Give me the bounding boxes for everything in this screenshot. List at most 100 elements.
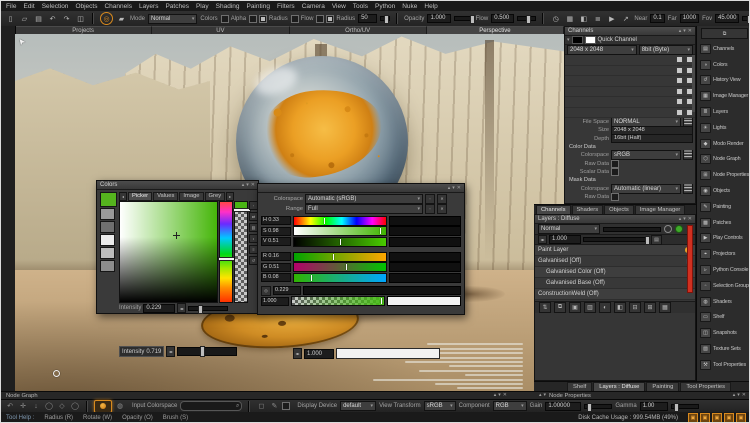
checkbox[interactable] (221, 15, 229, 23)
gain-slider[interactable] (584, 404, 612, 409)
collapse-icon[interactable] (242, 182, 245, 189)
menu-help[interactable]: Help (424, 3, 437, 10)
collapse-icon[interactable] (679, 216, 682, 223)
viewport-tab-uv[interactable]: UV (152, 26, 289, 34)
collapse-icon[interactable] (679, 28, 682, 35)
checkbox[interactable] (291, 15, 299, 23)
layer-row-galvanised-color-off[interactable]: Galvanised Color (Off) (535, 267, 695, 278)
property-options-icon[interactable]: ≡ (683, 150, 693, 160)
close-icon[interactable] (503, 392, 507, 399)
float-icon[interactable] (683, 28, 686, 35)
palette-item-patches[interactable]: ▩ Patches (697, 215, 750, 231)
viewport-tab-ortho-uv[interactable]: Ortho/UV (290, 26, 427, 34)
close-icon[interactable] (688, 28, 692, 35)
component-dropdown[interactable]: RGB (493, 401, 527, 411)
alpha-gradient-bar[interactable] (291, 296, 385, 306)
channels-panel-titlebar[interactable]: Channels (565, 27, 695, 36)
property-checkbox[interactable] (611, 160, 619, 168)
layer-row-galvanised-base-off[interactable]: Galvanised Base (Off) (535, 278, 695, 289)
menu-tools[interactable]: Tools (353, 3, 368, 10)
close-icon[interactable] (742, 392, 746, 399)
colors-tab-picker[interactable]: Picker (128, 192, 152, 201)
channel-row[interactable] (565, 108, 695, 119)
slider-gradient-bar[interactable] (293, 226, 387, 236)
amount-slider[interactable] (583, 237, 649, 242)
slider-gradient-bar[interactable] (293, 273, 387, 283)
cache-gpu-icon[interactable]: ▣ (724, 413, 734, 423)
palette-item-texture-sets[interactable]: ▨ Texture Sets (697, 341, 750, 357)
gain-field[interactable]: 1.00000 (545, 402, 581, 411)
color-swatch[interactable] (100, 234, 115, 246)
cache-state-icon[interactable] (676, 56, 683, 63)
palette-item-projectors[interactable]: ⌖ Projectors (697, 246, 750, 262)
menu-layers[interactable]: Layers (139, 3, 159, 10)
undo-icon[interactable]: ↶ (47, 13, 58, 24)
dock-tab-shaders[interactable]: Shaders (572, 205, 604, 214)
lasso-icon[interactable]: ◇ (57, 401, 67, 411)
palette-item-node-graph[interactable]: ⬡ Node Graph (697, 152, 750, 168)
menu-play[interactable]: Play (196, 3, 209, 10)
float-icon[interactable] (246, 182, 249, 189)
saturation-value-square[interactable] (119, 201, 218, 303)
picker-intensity-stepper[interactable]: ◂▸ (177, 303, 186, 313)
colorspace-intensity-slider[interactable] (303, 286, 461, 295)
range-option-icon[interactable]: ◦ (425, 204, 435, 214)
paint-target-icon[interactable]: ◎ (100, 12, 113, 25)
intensity-box[interactable]: Intensity 0.719 (119, 346, 164, 357)
slider-numeric-field[interactable] (389, 252, 461, 262)
archive-icon[interactable]: ◫ (75, 13, 86, 24)
pen-icon[interactable]: ✎ (269, 401, 279, 411)
menu-edit[interactable]: Edit (23, 3, 34, 10)
cache-disk-icon[interactable]: ▣ (700, 413, 710, 423)
bottom-tab-layers-diffuse[interactable]: Layers : Diffuse (593, 382, 645, 391)
layers-panel-titlebar[interactable]: Layers : Diffuse (535, 215, 695, 224)
collapse-icon[interactable] (539, 392, 542, 399)
close-icon[interactable] (688, 216, 692, 223)
flow-slider[interactable] (517, 16, 536, 21)
mask-layer-icon[interactable]: ◧ (614, 302, 626, 313)
input-colorspace-searchbox[interactable] (180, 401, 242, 411)
depth-dropdown[interactable]: 8bit (Byte) (639, 45, 693, 55)
active-color-swatch[interactable] (100, 192, 117, 207)
menu-objects[interactable]: Objects (75, 3, 97, 10)
menu-python[interactable]: Python (375, 3, 395, 10)
channel-row[interactable] (565, 55, 695, 66)
float-icon[interactable] (544, 392, 547, 399)
viewport-tab-projects[interactable]: Projects (15, 26, 152, 34)
blend-mode-dropdown[interactable]: Normal (538, 224, 600, 234)
cache-paint-icon[interactable]: ▣ (688, 413, 698, 423)
color-swatch[interactable] (100, 208, 115, 220)
colorspace-panel-titlebar[interactable] (258, 184, 464, 193)
cache-state-icon[interactable] (676, 77, 683, 84)
layer-row-constructionweld-off[interactable]: ConstructionWeld (Off) (535, 289, 695, 300)
lock-icon[interactable]: ◻ (256, 401, 266, 411)
slider-value-field[interactable]: S 0.98 (261, 227, 291, 236)
float-icon[interactable] (452, 185, 455, 192)
colors-tab-values[interactable]: Values (153, 192, 178, 201)
palette-item-painting[interactable]: ✎ Painting (697, 199, 750, 215)
bottom-tab-painting[interactable]: Painting (646, 382, 679, 391)
slider-gradient-bar[interactable] (293, 237, 387, 247)
foreground-color-swatch[interactable] (585, 36, 596, 44)
hue-strip[interactable] (219, 201, 233, 303)
close-icon[interactable] (457, 185, 461, 192)
palette-item-shaders[interactable]: ◍ Shaders (697, 294, 750, 310)
channel-row[interactable] (565, 87, 695, 98)
slider-numeric-field[interactable] (389, 273, 461, 283)
checkbox-checked[interactable] (326, 15, 334, 23)
group-layers-icon[interactable]: ▥ (584, 302, 596, 313)
checkbox[interactable] (316, 15, 324, 23)
slider-handle[interactable] (324, 218, 325, 224)
intensity-slider[interactable] (177, 347, 237, 356)
open-project-icon[interactable]: ▱ (19, 13, 30, 24)
background-color-swatch[interactable] (572, 36, 583, 44)
palette-item-modo-render[interactable]: ◆ Modo Render (697, 136, 750, 152)
palette-item-image-manager[interactable]: ▦ Image Manager (697, 88, 750, 104)
dock-tab-channels[interactable]: Channels (536, 205, 571, 214)
color-swatch[interactable] (100, 221, 115, 233)
slider-numeric-field[interactable] (389, 237, 461, 247)
close-icon[interactable] (251, 182, 255, 189)
layers-scrollbar[interactable] (687, 225, 693, 293)
menu-shading[interactable]: Shading (216, 3, 240, 10)
palette-item-node-properties[interactable]: ⊞ Node Properties (697, 167, 750, 183)
